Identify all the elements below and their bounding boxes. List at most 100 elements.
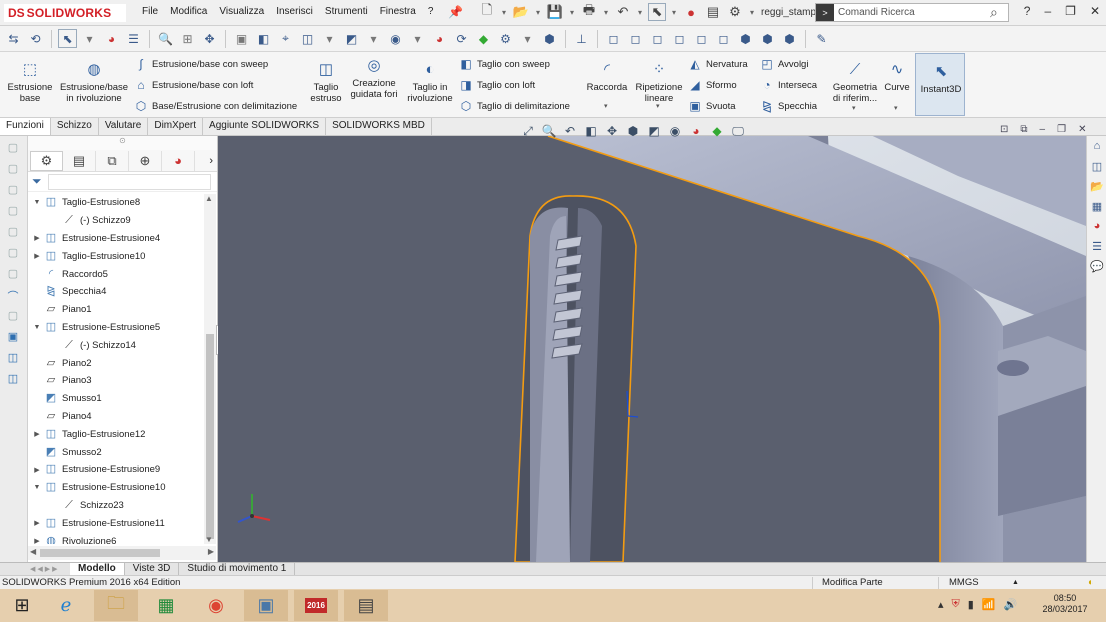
tree-node[interactable]: ⟋ (-) Schizzo9	[28, 212, 204, 230]
tree-node[interactable]: ▱ Piano2	[28, 354, 204, 372]
expand-arrow-icon[interactable]: ▶	[30, 537, 44, 544]
isometric-view-icon[interactable]: ⬢	[736, 29, 755, 48]
file-properties-icon[interactable]: ▤	[704, 3, 722, 21]
zoom-to-fit-icon[interactable]: ⤢	[520, 124, 536, 139]
select-arrow-icon[interactable]: ⬉	[648, 3, 666, 21]
wrap-button[interactable]: ◰ Avvolgi	[760, 57, 808, 71]
cut-extrude-shortcut-icon[interactable]: ◫	[4, 372, 22, 388]
measure-icon[interactable]: ✎	[812, 29, 831, 48]
traffic-light-icon[interactable]: ●	[682, 3, 700, 21]
internet-explorer-icon[interactable]: ℯ	[44, 590, 88, 621]
tree-vertical-scrollbar[interactable]: ▲ ▼	[204, 194, 216, 544]
intersect-button[interactable]: ◔ Interseca	[760, 78, 817, 92]
tree-node[interactable]: ▶ ◫ Taglio-Estrusione10	[28, 247, 204, 265]
rib-button[interactable]: ◭ Nervatura	[688, 57, 747, 71]
print-icon[interactable]: 🖶	[580, 2, 598, 21]
view-settings-icon[interactable]: ⚙	[496, 29, 515, 48]
menu-strumenti[interactable]: Strumenti	[325, 6, 368, 17]
graphics-area[interactable]	[218, 136, 1086, 562]
configuration-manager-tab-icon[interactable]: ⧉	[96, 150, 129, 171]
menu-modifica[interactable]: Modifica	[170, 6, 207, 17]
chevron-down-icon[interactable]: ▾	[364, 29, 383, 48]
network-icon[interactable]: 📶	[982, 598, 996, 611]
scroll-up-icon[interactable]: ▲	[205, 194, 213, 203]
tree-node[interactable]: ▶ ◫ Estrusione-Estrusione9	[28, 461, 204, 479]
forum-icon[interactable]: 💬	[1089, 260, 1105, 276]
chevron-down-icon[interactable]: ▾	[852, 104, 856, 112]
expand-arrow-icon[interactable]: ▶	[30, 430, 44, 438]
revolve-shortcut-icon[interactable]: ▢	[4, 162, 22, 178]
dimetric-view-icon[interactable]: ⬢	[780, 29, 799, 48]
open-folder-icon[interactable]: 📂	[512, 3, 530, 21]
dynamic-annotation-icon[interactable]: ⌖	[276, 29, 295, 48]
calculator-icon[interactable]: ▤	[344, 590, 388, 621]
chevron-down-icon[interactable]: ▾	[518, 29, 537, 48]
display-style-icon[interactable]: ◩	[342, 29, 361, 48]
select-icon[interactable]: ⬉	[58, 29, 77, 48]
tab-modello[interactable]: Modello	[70, 562, 125, 576]
rebuild-status-icon[interactable]: ◐	[1088, 576, 1094, 589]
chevron-down-icon[interactable]: ▾	[500, 3, 508, 21]
zoom-area-icon[interactable]: ⊞	[178, 29, 197, 48]
store-icon[interactable]: ▦	[144, 590, 188, 621]
tree-node[interactable]: ▶ ◫ Estrusione-Estrusione4	[28, 230, 204, 248]
tree-node[interactable]: ◜ Raccordo5	[28, 265, 204, 283]
top-view-icon[interactable]: ◻	[692, 29, 711, 48]
previous-view-icon[interactable]: ↶	[562, 124, 578, 139]
units-selector[interactable]: MMGS	[949, 576, 979, 589]
chevron-down-icon[interactable]: ▾	[656, 102, 660, 110]
display-style-icon[interactable]: ◩	[646, 124, 662, 139]
battery-icon[interactable]: ▮	[968, 598, 974, 611]
tab-aggiunte[interactable]: Aggiunte SOLIDWORKS	[203, 118, 327, 135]
tree-node[interactable]: ▼ ◫ Taglio-Estrusione8	[28, 194, 204, 212]
instant3d-button[interactable]: ⬉ Instant3D	[915, 53, 965, 116]
chevron-up-icon[interactable]: ▴	[938, 598, 944, 611]
chevron-right-icon[interactable]: ›	[209, 155, 213, 167]
save-icon[interactable]: 💾	[546, 3, 564, 21]
help-icon[interactable]: ?	[1024, 4, 1031, 18]
window-close-icon[interactable]: ✕	[1078, 124, 1086, 135]
tree-node[interactable]: ▱ Piano1	[28, 301, 204, 319]
shell-button[interactable]: ▣ Svuota	[688, 99, 735, 113]
filter-input[interactable]	[47, 173, 211, 190]
windows-start-icon[interactable]: ⊞	[0, 590, 44, 621]
chevron-down-icon[interactable]: ▾	[636, 3, 644, 21]
draft-button[interactable]: ◢ Sformo	[688, 78, 736, 92]
tree-horizontal-scrollbar[interactable]: ◀ ▶	[28, 546, 216, 560]
chevron-down-icon[interactable]: ▾	[80, 29, 99, 48]
zoom-to-area-icon[interactable]: 🔍	[541, 124, 557, 139]
settings-list-icon[interactable]: ☰	[124, 29, 143, 48]
hole-wizard-button[interactable]: ◎ Creazione guidata fori	[346, 56, 402, 100]
command-search[interactable]: > Comandi Ricerca ⌕	[815, 3, 1009, 22]
menu-help[interactable]: ?	[428, 6, 434, 17]
feature-manager-tab-icon[interactable]: ⚙	[30, 150, 63, 171]
minimize-icon[interactable]: –	[1044, 4, 1051, 18]
tree-node[interactable]: ▶ ◫ Estrusione-Estrusione11	[28, 514, 204, 532]
options-gear-icon[interactable]: ⚙	[726, 3, 744, 21]
display-manager-tab-icon[interactable]: ◕	[162, 150, 195, 171]
chevron-down-icon[interactable]: ▾	[670, 3, 678, 21]
shell-shortcut-icon[interactable]: ▢	[4, 267, 22, 283]
scroll-right-icon[interactable]: ▶	[208, 547, 214, 556]
normal-to-icon[interactable]: ⊥	[572, 29, 591, 48]
expand-arrow-icon[interactable]: ▶	[30, 252, 44, 260]
edit-appearance-icon[interactable]: ◕	[688, 124, 704, 139]
tab-navigation-icons[interactable]: ◀◀▶▶	[0, 565, 70, 573]
display-shortcut-icon[interactable]: ▣	[4, 330, 22, 346]
trimetric-view-icon[interactable]: ⬢	[758, 29, 777, 48]
window-minimize-icon[interactable]: –	[1040, 124, 1046, 135]
boundary-boss-button[interactable]: ⬡ Base/Estrusione con delimitazione	[134, 99, 297, 113]
property-manager-tab-icon[interactable]: ▤	[63, 150, 96, 171]
close-icon[interactable]: ✕	[1090, 4, 1100, 18]
tab-valutare[interactable]: Valutare	[99, 118, 149, 135]
menu-finestra[interactable]: Finestra	[380, 6, 416, 17]
section-view-icon[interactable]: ◧	[583, 124, 599, 139]
photos-app-icon[interactable]: ▣	[244, 590, 288, 621]
collapse-arrow-icon[interactable]: ▼	[30, 484, 44, 491]
front-view-icon[interactable]: ◻	[604, 29, 623, 48]
boundary-cut-button[interactable]: ⬡ Taglio di delimitazione	[459, 99, 570, 113]
view-orientation-icon[interactable]: ⬢	[625, 124, 641, 139]
mirror-shortcut-icon[interactable]: ▢	[4, 309, 22, 325]
tree-node[interactable]: ▶ ◍ Rivoluzione6	[28, 532, 204, 544]
bottom-view-icon[interactable]: ◻	[714, 29, 733, 48]
